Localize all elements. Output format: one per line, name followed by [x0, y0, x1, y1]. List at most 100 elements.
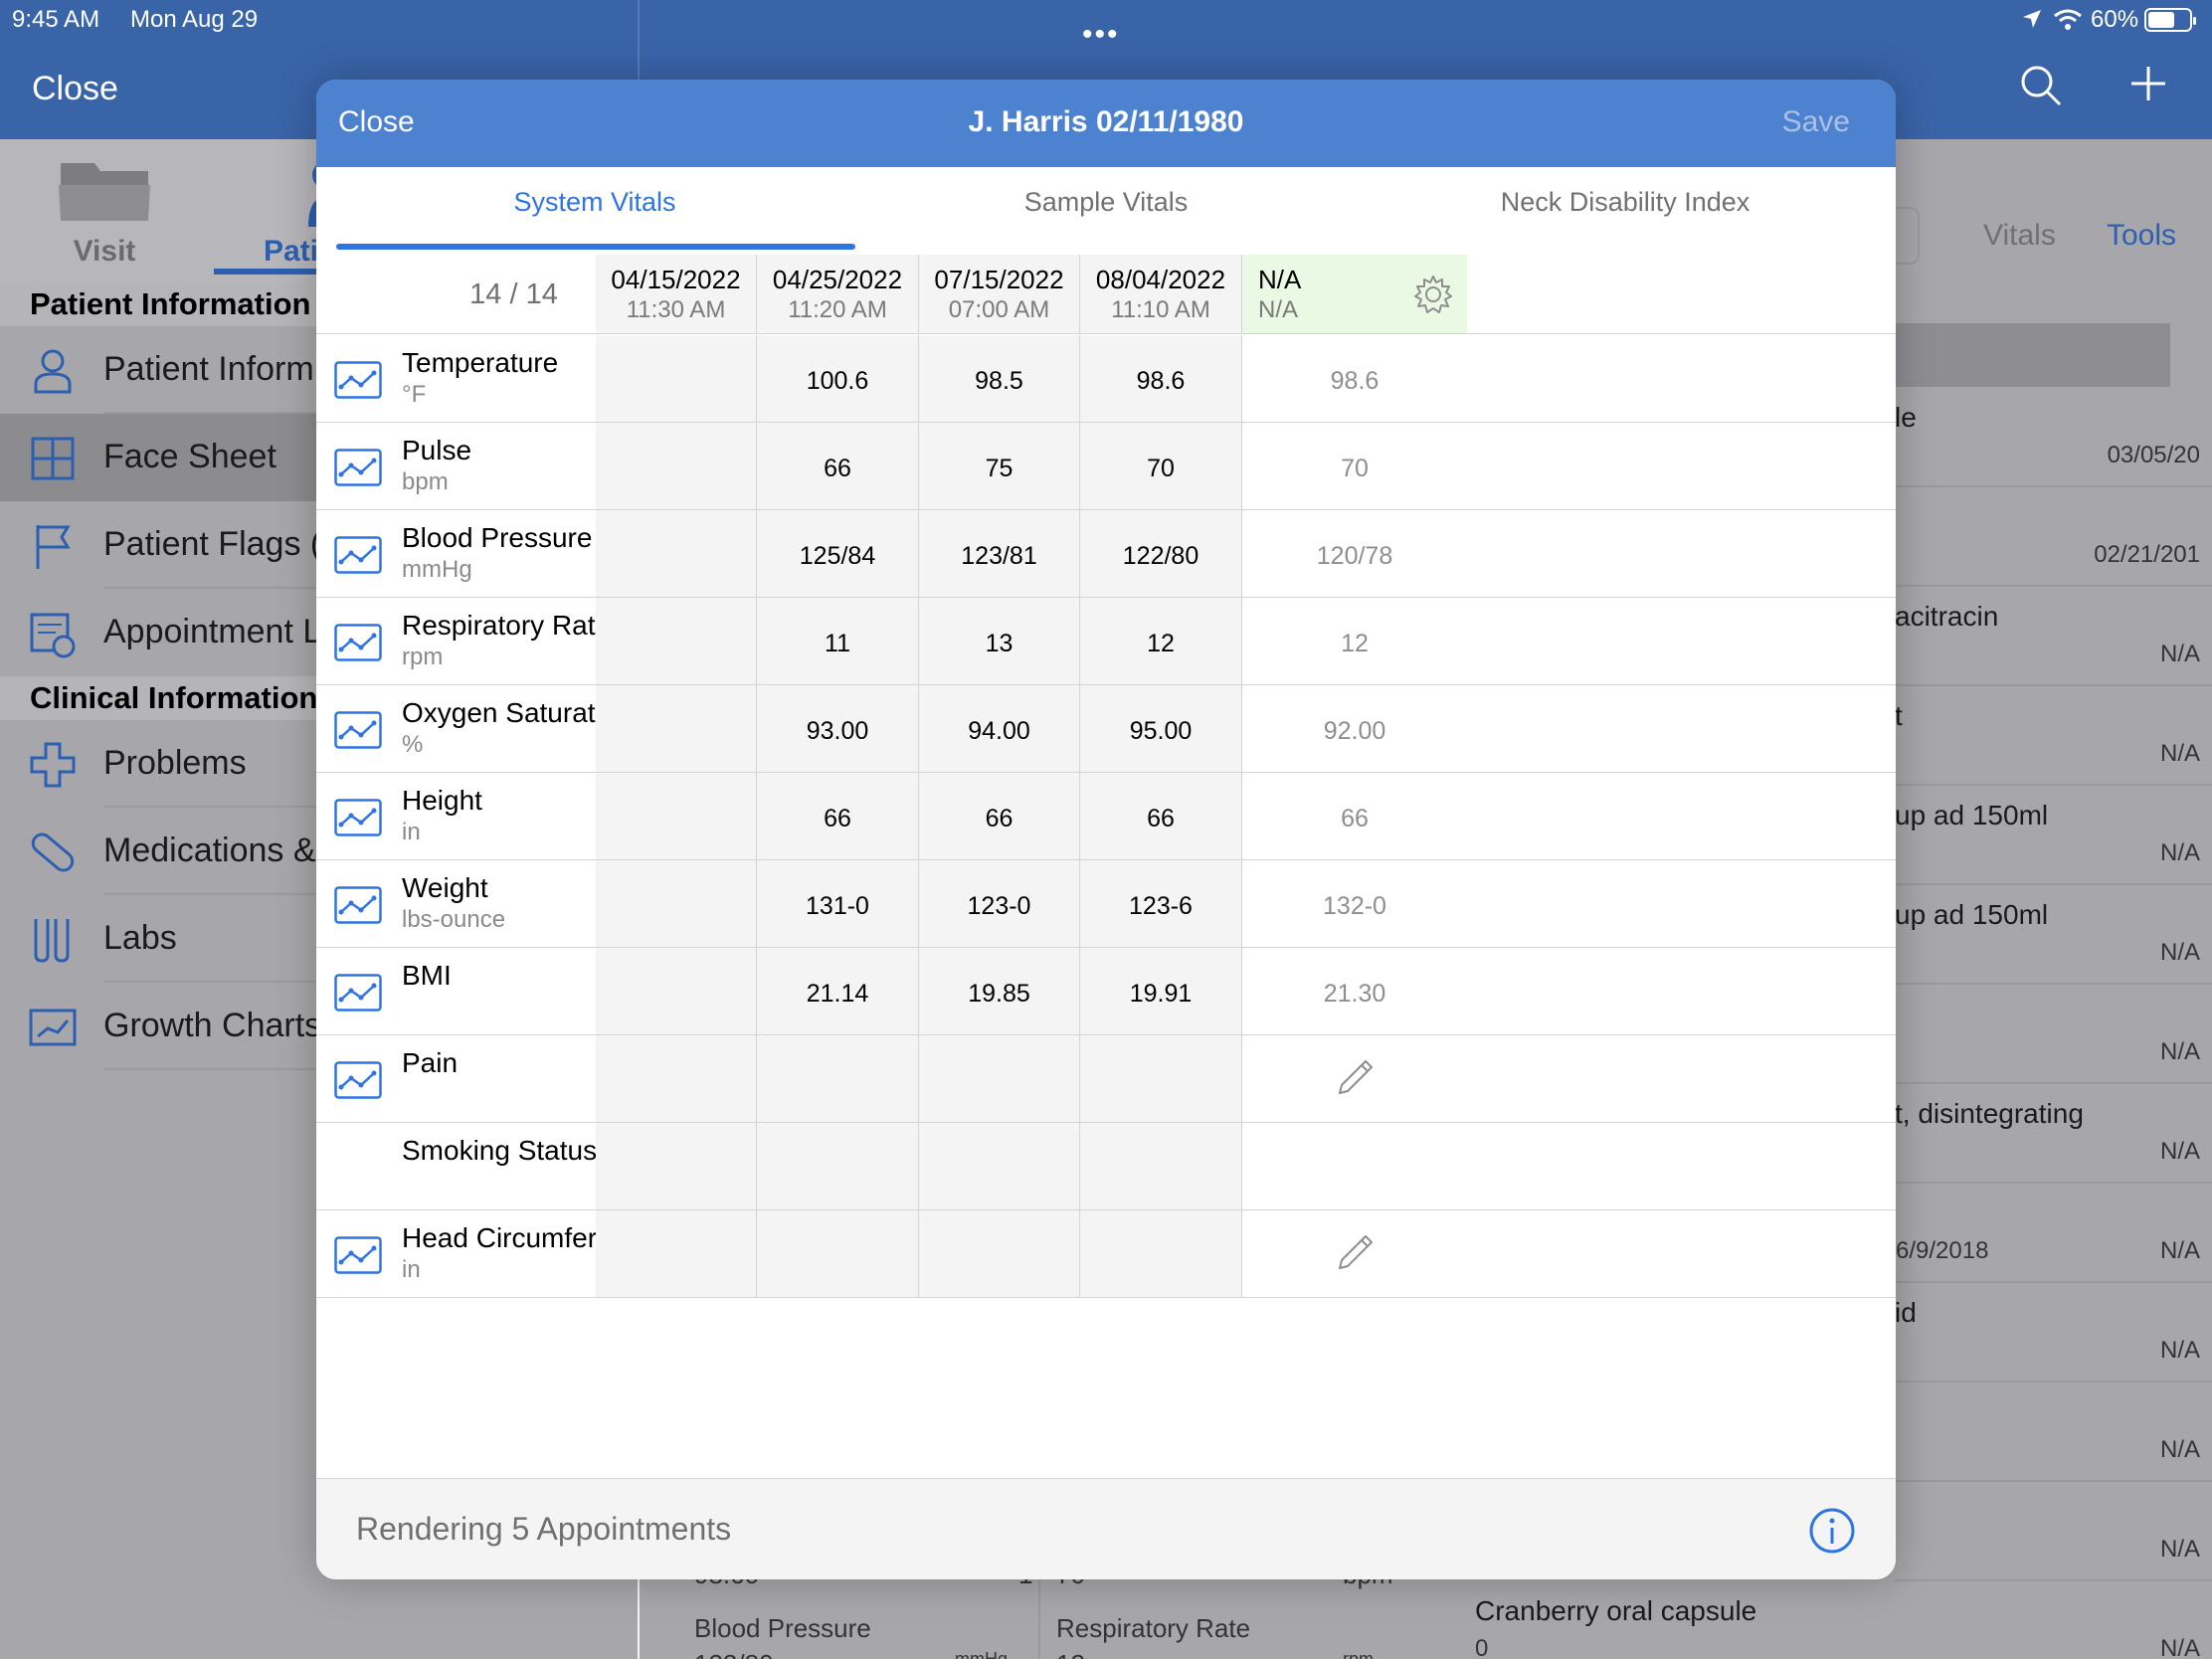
trend-chart-icon[interactable] [334, 886, 382, 924]
trend-chart-icon[interactable] [334, 624, 382, 661]
vitals-modal: Close J. Harris 02/11/1980 Save System V… [316, 80, 1896, 1579]
vital-value-cell[interactable] [919, 1035, 1080, 1122]
vital-value-cell[interactable]: 19.91 [1080, 948, 1242, 1034]
info-icon[interactable] [1808, 1507, 1856, 1555]
pencil-icon[interactable] [1334, 1230, 1378, 1274]
vital-value-cell[interactable]: 66 [757, 423, 919, 509]
vital-value-cell[interactable]: 19.85 [919, 948, 1080, 1034]
vital-entry-cell[interactable]: 70 [1242, 423, 1467, 509]
trend-chart-icon[interactable] [334, 449, 382, 486]
vital-value-cell[interactable]: 12 [1080, 598, 1242, 684]
column-date: 04/15/2022 [611, 265, 741, 294]
tab-system-vitals[interactable]: System Vitals [346, 187, 843, 218]
vital-value-cell[interactable] [596, 1210, 757, 1297]
vital-value-cell[interactable]: 13 [919, 598, 1080, 684]
vital-value-cell[interactable] [919, 1123, 1080, 1209]
column-date: 07/15/2022 [934, 265, 1064, 294]
vital-value-cell[interactable] [596, 685, 757, 772]
vital-value-cell[interactable]: 11 [757, 598, 919, 684]
vital-value: 12 [1147, 630, 1175, 657]
vital-entry-cell[interactable]: 21.30 [1242, 948, 1467, 1034]
vital-entry-cell[interactable]: 120/78 [1242, 510, 1467, 597]
vital-value-cell[interactable] [919, 1210, 1080, 1297]
vital-value-cell[interactable]: 21.14 [757, 948, 919, 1034]
vital-value-cell[interactable] [596, 510, 757, 597]
vital-row: Temperature °F 100.6 98.5 98.6 98.6 [316, 335, 1896, 423]
vital-entry-cell[interactable] [1242, 1035, 1467, 1122]
vital-value-cell[interactable] [596, 948, 757, 1034]
vital-value: 21.14 [806, 980, 869, 1008]
vital-value-cell[interactable] [596, 335, 757, 422]
vital-value-cell[interactable] [757, 1035, 919, 1122]
vital-value-cell[interactable]: 98.6 [1080, 335, 1242, 422]
vital-value-cell[interactable] [596, 423, 757, 509]
vital-value-cell[interactable] [596, 598, 757, 684]
vital-value-cell[interactable]: 66 [919, 773, 1080, 859]
vital-value-cell[interactable]: 66 [757, 773, 919, 859]
vital-value-cell[interactable]: 125/84 [757, 510, 919, 597]
vital-value-cell[interactable]: 66 [1080, 773, 1242, 859]
vital-value-cell[interactable] [596, 1035, 757, 1122]
trend-chart-icon[interactable] [334, 361, 382, 399]
vital-row: Smoking Status [316, 1123, 1896, 1210]
vital-entry-cell[interactable] [1242, 1123, 1467, 1209]
vital-entry-cell[interactable]: 92.00 [1242, 685, 1467, 772]
vital-entry-cell[interactable]: 12 [1242, 598, 1467, 684]
vital-value-cell[interactable] [757, 1210, 919, 1297]
vital-entry-cell[interactable] [1242, 1210, 1467, 1297]
vital-value-cell[interactable]: 122/80 [1080, 510, 1242, 597]
trend-chart-icon[interactable] [334, 799, 382, 836]
vital-unit: mmHg [402, 556, 472, 583]
vital-value: 98.6 [1136, 367, 1186, 395]
vital-value-cell[interactable] [1080, 1123, 1242, 1209]
gear-icon[interactable] [1413, 275, 1453, 314]
trend-chart-icon[interactable] [334, 1061, 382, 1099]
vital-value-cell[interactable] [1080, 1035, 1242, 1122]
vital-entry-cell[interactable]: 98.6 [1242, 335, 1467, 422]
vital-value-cell[interactable]: 131-0 [757, 860, 919, 947]
vital-value: 120/78 [1316, 542, 1393, 570]
vital-row: Blood Pressure mmHg 125/84 123/81 122/80 120/… [316, 510, 1896, 598]
vital-name: Temperature [402, 347, 559, 378]
vital-row: Respiratory Rate rpm 11 13 12 12 [316, 598, 1896, 685]
vital-value: 95.00 [1129, 717, 1193, 745]
vital-value-cell[interactable] [596, 773, 757, 859]
trend-chart-icon[interactable] [334, 711, 382, 749]
vital-name: Blood Pressure [402, 522, 593, 553]
date-column-header[interactable]: 04/25/2022 11:20 AM [757, 255, 919, 333]
tab-neck-disability-index[interactable]: Neck Disability Index [1377, 187, 1874, 218]
vital-entry-cell[interactable]: 66 [1242, 773, 1467, 859]
vital-name: Smoking Status [402, 1135, 598, 1166]
vital-value-cell[interactable]: 70 [1080, 423, 1242, 509]
trend-chart-icon[interactable] [334, 1236, 382, 1274]
vital-value-cell[interactable]: 123-6 [1080, 860, 1242, 947]
vital-value-cell[interactable]: 94.00 [919, 685, 1080, 772]
vital-value-cell[interactable] [1080, 1210, 1242, 1297]
trend-chart-icon[interactable] [334, 536, 382, 574]
vital-value-cell[interactable] [596, 860, 757, 947]
vital-value-cell[interactable] [596, 1123, 757, 1209]
vital-entry-cell[interactable]: 132-0 [1242, 860, 1467, 947]
vital-row: Height in 66 66 66 66 [316, 773, 1896, 860]
vital-row: Pain [316, 1035, 1896, 1123]
vital-value-cell[interactable]: 98.5 [919, 335, 1080, 422]
tab-sample-vitals[interactable]: Sample Vitals [857, 187, 1355, 218]
vital-value-cell[interactable]: 123-0 [919, 860, 1080, 947]
vital-value-cell[interactable]: 100.6 [757, 335, 919, 422]
trend-chart-icon[interactable] [334, 974, 382, 1012]
column-time: 11:20 AM [788, 296, 887, 323]
vital-value-cell[interactable]: 93.00 [757, 685, 919, 772]
date-column-header[interactable]: 08/04/2022 11:10 AM [1080, 255, 1242, 333]
date-column-header[interactable]: 04/15/2022 11:30 AM [596, 255, 757, 333]
date-column-header[interactable]: 07/15/2022 07:00 AM [919, 255, 1080, 333]
vital-value-cell[interactable]: 75 [919, 423, 1080, 509]
vital-name: Pulse [402, 435, 472, 465]
vital-value-cell[interactable] [757, 1123, 919, 1209]
pencil-icon[interactable] [1334, 1055, 1378, 1099]
modal-save-button[interactable]: Save [1782, 105, 1850, 139]
vital-name: Height [402, 785, 482, 816]
vital-value-cell[interactable]: 123/81 [919, 510, 1080, 597]
vital-value: 66 [824, 805, 851, 832]
new-entry-column-header[interactable]: N/A N/A [1242, 255, 1467, 333]
vital-value-cell[interactable]: 95.00 [1080, 685, 1242, 772]
